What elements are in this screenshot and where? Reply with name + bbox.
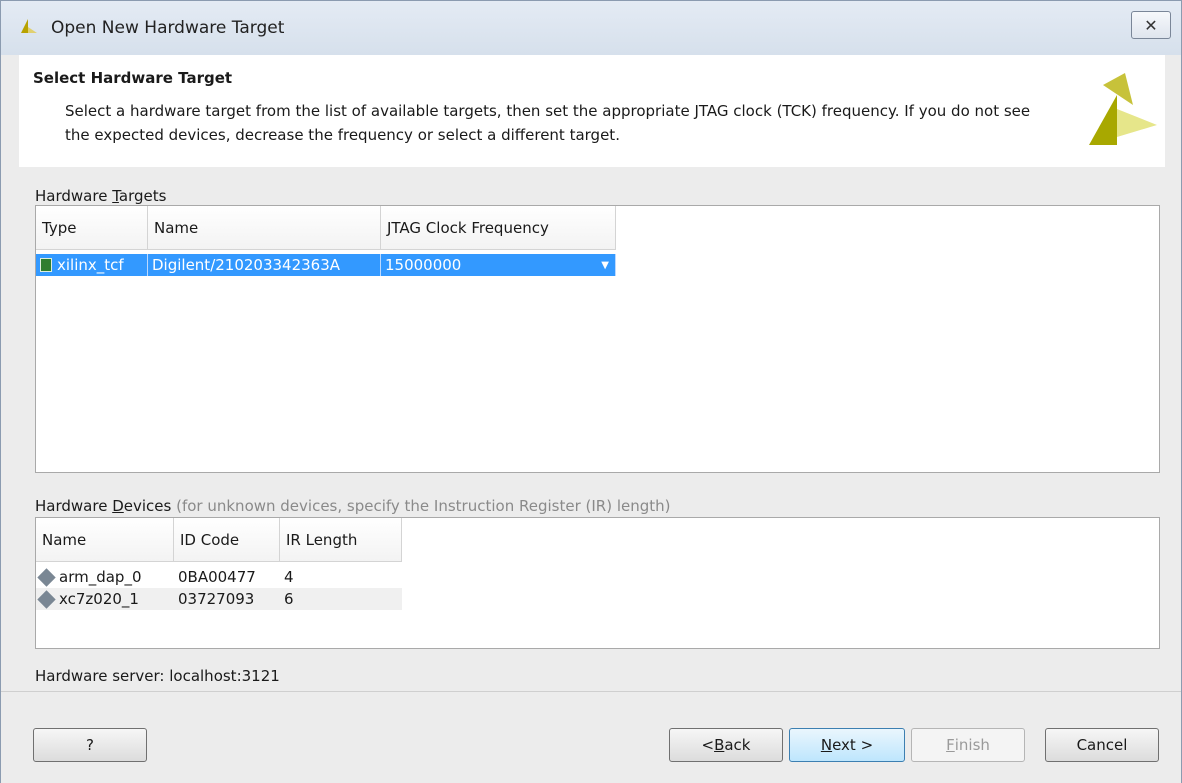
- header-panel: Select Hardware Target Select a hardware…: [19, 55, 1165, 167]
- devices-label: Hardware Devices (for unknown devices, s…: [35, 497, 671, 515]
- table-row[interactable]: xilinx_tcf Digilent/210203342363A 150000…: [36, 254, 616, 276]
- finish-button[interactable]: Finish: [911, 728, 1025, 762]
- dialog-window: Open New Hardware Target ✕ Select Hardwa…: [0, 0, 1182, 783]
- title-bar[interactable]: Open New Hardware Target ✕: [1, 1, 1181, 55]
- jtag-frequency-dropdown[interactable]: 15000000 ▼: [381, 254, 616, 276]
- chip-icon: [37, 589, 56, 609]
- chip-icon: [37, 567, 56, 587]
- device-id-code: 0BA00477: [178, 568, 256, 586]
- column-header-type[interactable]: Type: [36, 206, 148, 250]
- targets-table[interactable]: Type Name JTAG Clock Frequency xilinx_tc…: [35, 205, 1160, 473]
- content-area: Hardware Targets Type Name JTAG Clock Fr…: [19, 167, 1165, 691]
- next-button[interactable]: Next >: [789, 728, 905, 762]
- table-row[interactable]: xc7z020_1 03727093 6: [36, 588, 402, 610]
- device-name: xc7z020_1: [59, 590, 139, 608]
- column-header-name[interactable]: Name: [148, 206, 381, 250]
- device-id-code: 03727093: [174, 588, 280, 610]
- jtag-frequency-value: 15000000: [385, 256, 462, 274]
- button-bar: ? < Back Next > Finish Cancel: [1, 691, 1181, 783]
- app-logo-icon: [17, 15, 39, 41]
- device-name: arm_dap_0: [59, 568, 142, 586]
- target-type: xilinx_tcf: [57, 256, 124, 274]
- type-cell: xilinx_tcf: [36, 254, 148, 276]
- help-button[interactable]: ?: [33, 728, 147, 762]
- column-header-jtag-frequency[interactable]: JTAG Clock Frequency: [381, 206, 616, 250]
- column-header-ir-length[interactable]: IR Length: [280, 518, 402, 562]
- page-description: Select a hardware target from the list o…: [65, 102, 1031, 144]
- close-button[interactable]: ✕: [1131, 11, 1171, 39]
- table-row[interactable]: arm_dap_0 0BA00477 4: [36, 566, 402, 588]
- device-name-cell: xc7z020_1: [36, 588, 174, 610]
- column-header-id-code[interactable]: ID Code: [174, 518, 280, 562]
- close-icon: ✕: [1144, 15, 1158, 35]
- devices-table-header: Name ID Code IR Length: [36, 518, 402, 562]
- vivado-logo-icon: [1079, 71, 1159, 155]
- device-name-cell: arm_dap_0: [36, 566, 174, 588]
- targets-table-header: Type Name JTAG Clock Frequency: [36, 206, 616, 250]
- devices-table[interactable]: Name ID Code IR Length arm_dap_0 0BA0047…: [35, 517, 1160, 649]
- targets-label: Hardware Targets: [35, 187, 167, 205]
- window-title: Open New Hardware Target: [51, 18, 285, 38]
- dropdown-arrow-icon[interactable]: ▼: [601, 260, 609, 271]
- back-button[interactable]: < Back: [669, 728, 783, 762]
- hardware-server-status: Hardware server: localhost:3121: [35, 667, 280, 685]
- device-ir-length[interactable]: 6: [280, 588, 402, 610]
- target-name: Digilent/210203342363A: [148, 254, 381, 276]
- device-ir-length[interactable]: 4: [280, 566, 402, 588]
- page-title: Select Hardware Target: [33, 69, 233, 87]
- column-header-name[interactable]: Name: [36, 518, 174, 562]
- cancel-button[interactable]: Cancel: [1045, 728, 1159, 762]
- board-icon: [40, 258, 52, 272]
